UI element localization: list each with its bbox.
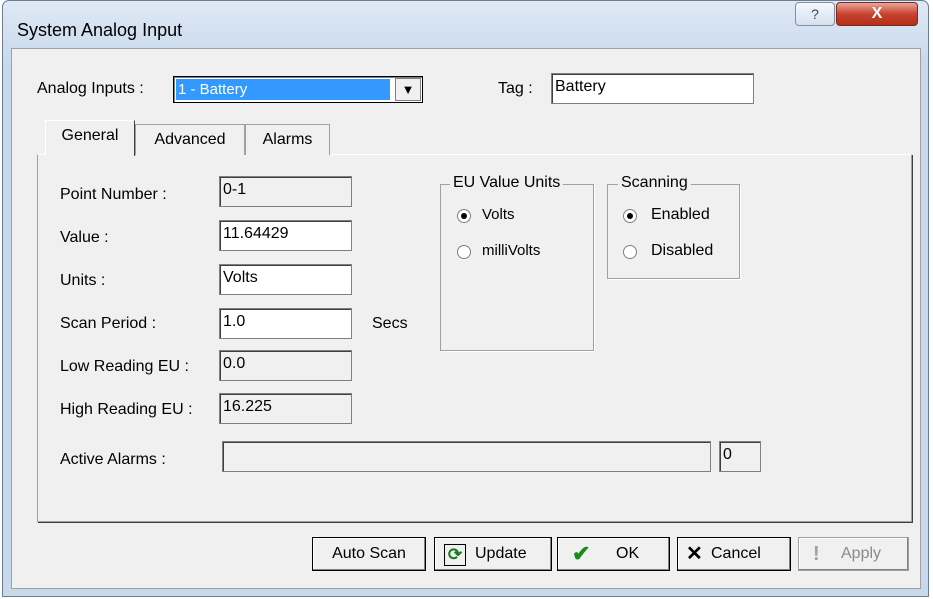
units-input[interactable]: Volts: [219, 264, 352, 295]
scanning-disabled-label[interactable]: Disabled: [651, 242, 713, 260]
eu-value-units-title: EU Value Units: [450, 174, 564, 192]
cancel-x-icon: ✕: [686, 543, 703, 565]
active-alarms-label: Active Alarms :: [60, 451, 166, 468]
scan-period-label: Scan Period :: [60, 315, 157, 332]
eu-millivolts-radio[interactable]: [457, 245, 471, 259]
eu-volts-label[interactable]: Volts: [482, 206, 515, 223]
value-input[interactable]: 11.64429: [219, 220, 352, 251]
checkmark-icon: ✔: [572, 541, 591, 566]
scanning-enabled-radio[interactable]: [623, 209, 637, 223]
high-reading-label: High Reading EU :: [60, 401, 193, 418]
analog-inputs-selected-value: 1 - Battery: [176, 79, 390, 100]
tag-label: Tag :: [498, 80, 533, 97]
low-reading-label: Low Reading EU :: [60, 358, 189, 375]
tag-input[interactable]: Battery: [551, 73, 754, 104]
help-icon: ?: [811, 6, 819, 22]
value-label: Value :: [60, 229, 109, 246]
update-button[interactable]: ⟳ Update: [434, 537, 552, 571]
scanning-title: Scanning: [618, 174, 691, 192]
active-alarms-count: 0: [719, 441, 761, 472]
units-label: Units :: [60, 272, 106, 289]
window-title: System Analog Input: [17, 20, 183, 40]
tab-advanced[interactable]: Advanced: [135, 124, 245, 155]
dropdown-arrow-icon[interactable]: ▼: [395, 78, 421, 101]
active-alarms-field: [222, 441, 711, 472]
low-reading-field: 0.0: [219, 350, 352, 381]
scanning-group: [607, 184, 740, 279]
point-number-field: 0-1: [219, 176, 352, 207]
exclamation-icon: !: [813, 543, 820, 565]
auto-scan-button[interactable]: Auto Scan: [312, 537, 426, 571]
scanning-enabled-label[interactable]: Enabled: [651, 206, 710, 224]
scan-period-units: Secs: [372, 315, 408, 332]
ok-button[interactable]: ✔ OK: [557, 537, 670, 571]
analog-inputs-label: Analog Inputs :: [37, 80, 144, 97]
cancel-label: Cancel: [711, 545, 761, 562]
scanning-disabled-radio[interactable]: [623, 245, 637, 259]
eu-volts-radio[interactable]: [457, 209, 471, 223]
cancel-button[interactable]: ✕ Cancel: [677, 537, 791, 571]
close-button[interactable]: X: [836, 2, 918, 26]
close-icon: X: [871, 5, 883, 22]
help-button[interactable]: ?: [795, 2, 835, 26]
point-number-label: Point Number :: [60, 186, 167, 203]
tab-general[interactable]: General: [45, 120, 135, 156]
apply-label: Apply: [841, 545, 882, 562]
ok-label: OK: [616, 545, 640, 562]
high-reading-field: 16.225: [219, 393, 352, 424]
eu-millivolts-label[interactable]: milliVolts: [482, 242, 540, 259]
tab-alarms[interactable]: Alarms: [245, 124, 330, 155]
apply-button[interactable]: ! Apply: [798, 537, 909, 571]
analog-inputs-select[interactable]: 1 - Battery ▼: [173, 76, 423, 103]
refresh-icon: ⟳: [444, 544, 466, 566]
scan-period-input[interactable]: 1.0: [219, 308, 352, 339]
update-label: Update: [475, 545, 527, 562]
